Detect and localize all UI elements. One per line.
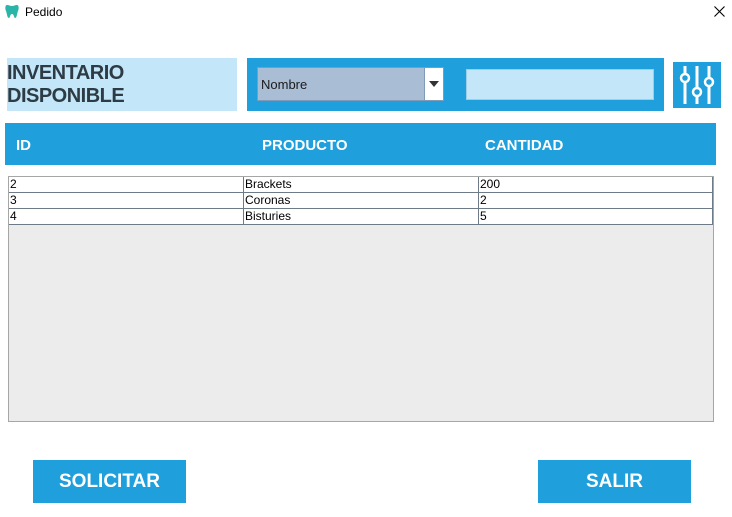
cell-producto: Brackets: [244, 177, 479, 192]
table-row[interactable]: 4 Bisturies 5: [9, 209, 713, 225]
inventory-label: INVENTARIO DISPONIBLE: [7, 58, 237, 111]
cell-id: 4: [9, 209, 244, 224]
column-header-producto[interactable]: PRODUCTO: [262, 137, 348, 154]
chevron-down-icon: [429, 81, 439, 87]
filter-select-value: Nombre: [261, 77, 308, 92]
window-title: Pedido: [25, 5, 63, 19]
table-row[interactable]: 3 Coronas 2: [9, 193, 713, 209]
cell-id: 2: [9, 177, 244, 192]
table-row[interactable]: 2 Brackets 200: [9, 177, 713, 193]
cell-id: 3: [9, 193, 244, 208]
search-input[interactable]: [466, 69, 654, 100]
title-bar: Pedido: [0, 0, 732, 26]
cell-cantidad: 200: [479, 177, 713, 192]
column-header-cantidad[interactable]: CANTIDAD: [485, 137, 563, 154]
filter-button[interactable]: [673, 62, 721, 108]
table-header: ID PRODUCTO CANTIDAD: [5, 123, 716, 165]
cell-cantidad: 5: [479, 209, 713, 224]
salir-button[interactable]: SALIR: [538, 460, 691, 503]
close-icon: [714, 6, 725, 17]
close-button[interactable]: [706, 0, 732, 24]
sliders-icon: [679, 66, 715, 104]
dropdown-button[interactable]: [424, 68, 443, 100]
cell-cantidad: 2: [479, 193, 713, 208]
solicitar-button[interactable]: SOLICITAR: [33, 460, 186, 503]
inventory-table[interactable]: 2 Brackets 200 3 Coronas 2 4 Bisturies 5: [8, 176, 714, 422]
tooth-icon: [5, 5, 19, 18]
cell-producto: Coronas: [244, 193, 479, 208]
cell-producto: Bisturies: [244, 209, 479, 224]
filter-select[interactable]: Nombre: [257, 67, 444, 101]
column-header-id[interactable]: ID: [16, 137, 31, 154]
